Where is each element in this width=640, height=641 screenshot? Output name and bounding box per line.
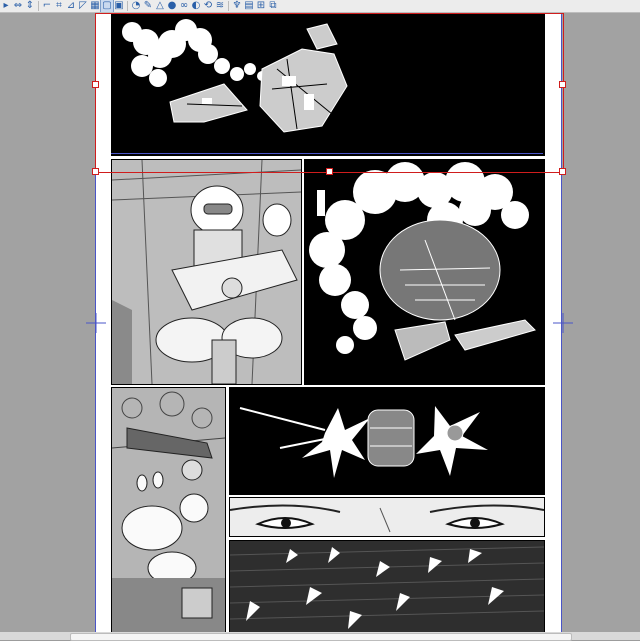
- triangle-ruler-icon[interactable]: △: [154, 0, 166, 12]
- frame-border-icon[interactable]: ◸: [77, 0, 89, 12]
- flip-vertical-icon[interactable]: ⇕: [24, 0, 36, 12]
- ruler-arrow-icon[interactable]: ▸: [0, 0, 12, 12]
- tree-icon[interactable]: ♆: [231, 0, 243, 12]
- bucket-icon[interactable]: ◔: [130, 0, 142, 12]
- crop-icon[interactable]: ⊞: [255, 0, 267, 12]
- panel-3-ship-exploding[interactable]: [304, 159, 545, 385]
- curve-icon[interactable]: ⟲: [202, 0, 214, 12]
- selection-handle-bottom-mid[interactable]: [326, 168, 333, 175]
- panel-7-debris-streaks[interactable]: [229, 540, 545, 632]
- pen-icon[interactable]: ✎: [142, 0, 154, 12]
- panel-3-art: [309, 162, 536, 361]
- panel-2-pilot-cockpit[interactable]: [111, 159, 302, 385]
- toolbar-separator: [228, 1, 229, 11]
- link-icon[interactable]: ∞: [178, 0, 190, 12]
- panel-2-art: [112, 160, 301, 384]
- grid-ruler-icon[interactable]: ▦: [89, 0, 101, 12]
- panel-4-art: [112, 388, 225, 632]
- panel-6-eyes-closeup[interactable]: [229, 497, 545, 537]
- toolbar-separator: [127, 1, 128, 11]
- panel-7-art: [230, 546, 544, 629]
- registration-mark-left: [86, 313, 106, 333]
- panel-6-art: [230, 498, 544, 536]
- flip-horizontal-icon[interactable]: ⇔: [12, 0, 24, 12]
- registration-mark-right: [553, 313, 573, 333]
- stripes-icon[interactable]: ≋: [214, 0, 226, 12]
- selection-handle-mid-left[interactable]: [92, 81, 99, 88]
- panel-4-hand-controls[interactable]: [111, 387, 226, 632]
- layers-icon[interactable]: ⧉: [267, 0, 279, 12]
- toolbar-separator: [38, 1, 39, 11]
- page-icon[interactable]: ▢: [100, 0, 114, 12]
- boxes-icon[interactable]: ▤: [243, 0, 255, 12]
- shape-icon[interactable]: ◐: [190, 0, 202, 12]
- top-toolbar: ▸ ⇔ ⇕ ⌐ ⌗ ⊿ ◸ ▦ ▢ ▣ ◔ ✎ △ ● ∞ ◐ ⟲ ≋ ♆ ▤ ⊞ ⧉: [0, 0, 640, 13]
- perspective-ruler-icon[interactable]: ⌗: [53, 0, 65, 12]
- frame-selection-box[interactable]: [95, 13, 564, 173]
- symmetry-ruler-icon[interactable]: ⊿: [65, 0, 77, 12]
- horizontal-scrollbar[interactable]: [0, 632, 640, 641]
- ruler-corner-icon[interactable]: ⌐: [41, 0, 53, 12]
- canvas-workspace[interactable]: [0, 13, 640, 632]
- panel-5-ship-firing[interactable]: [229, 387, 545, 495]
- selection-handle-bottom-left[interactable]: [92, 168, 99, 175]
- selection-handle-bottom-right[interactable]: [559, 168, 566, 175]
- panel-5-art: [239, 406, 488, 478]
- selection-handle-mid-right[interactable]: [559, 81, 566, 88]
- pages-icon[interactable]: ▣: [113, 0, 125, 12]
- sphere-icon[interactable]: ●: [166, 0, 178, 12]
